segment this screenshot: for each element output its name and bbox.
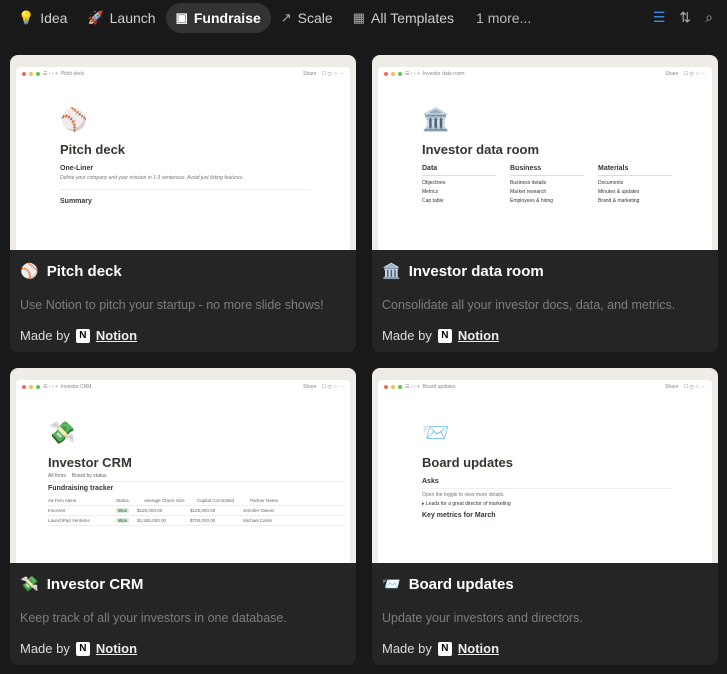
card-title: Board updates: [408, 575, 514, 593]
tab-all-templates[interactable]: ▦ All Templates: [343, 3, 464, 33]
lightbulb-icon: 💡: [18, 10, 35, 25]
template-card-board-updates[interactable]: ☰ ‹ › + Board updates Share ☐ ◷ ☆ ⋯ 📨 Board…: [372, 368, 718, 665]
card-description: Keep track of all your investors in one …: [20, 611, 287, 625]
card-description: Use Notion to pitch your startup - no mo…: [20, 298, 324, 312]
tab-fundraise[interactable]: ▣ Fundraise: [165, 3, 271, 33]
template-category-nav: 💡 Idea 🚀 Launch ▣ Fundraise ↗ Scale ▦ All Tem…: [8, 3, 727, 33]
notion-logo-icon: N: [437, 641, 452, 656]
notion-logo-icon: N: [75, 641, 90, 656]
template-card-investor-data-room[interactable]: ☰ ‹ › + Investor data room Share ☐ ◷ ☆ ⋯ 🏛️…: [372, 55, 718, 352]
money-with-wings-icon: 💸: [20, 576, 39, 593]
tab-launch[interactable]: 🚀 Launch: [77, 3, 165, 33]
grid-icon: ▦: [352, 10, 365, 25]
notion-logo-icon: N: [437, 328, 452, 343]
template-preview: ☰ ‹ › + Pitch deck Share ☐ ◷ ☆ ⋯ ⚾ Pitch de…: [10, 55, 356, 250]
baseball-icon: ⚾: [20, 263, 39, 280]
card-title: Pitch deck: [46, 262, 122, 280]
search-icon[interactable]: ⌕: [705, 9, 713, 26]
more-tabs-button[interactable]: 1 more...: [464, 10, 543, 26]
template-card-investor-crm[interactable]: ☰ ‹ › + Investor CRM Share ☐ ◷ ☆ ⋯ 💸 Invest…: [10, 368, 356, 665]
card-title: Investor CRM: [46, 575, 144, 593]
author-link[interactable]: Notion: [96, 328, 137, 343]
envelope-icon: 📨: [382, 576, 401, 593]
tab-idea[interactable]: 💡 Idea: [8, 3, 77, 33]
bank-icon: 🏛️: [422, 107, 450, 132]
author-link[interactable]: Notion: [96, 641, 137, 656]
bank-icon: 🏛️: [382, 263, 401, 280]
sort-icon[interactable]: ⇅: [679, 9, 691, 26]
tab-scale[interactable]: ↗ Scale: [271, 3, 343, 33]
template-card-pitch-deck[interactable]: ☰ ‹ › + Pitch deck Share ☐ ◷ ☆ ⋯ ⚾ Pitch de…: [10, 55, 356, 352]
baseball-icon: ⚾: [60, 107, 88, 132]
card-title: Investor data room: [408, 262, 544, 280]
envelope-icon: 📨: [422, 420, 450, 445]
money-icon: ▣: [175, 10, 188, 25]
template-preview: ☰ ‹ › + Investor data room Share ☐ ◷ ☆ ⋯ 🏛️…: [372, 55, 718, 250]
template-preview: ☰ ‹ › + Board updates Share ☐ ◷ ☆ ⋯ 📨 Board…: [372, 368, 718, 563]
filter-icon[interactable]: ☰: [653, 9, 666, 26]
card-description: Consolidate all your investor docs, data…: [382, 298, 676, 312]
template-preview: ☰ ‹ › + Investor CRM Share ☐ ◷ ☆ ⋯ 💸 Invest…: [10, 368, 356, 563]
author-link[interactable]: Notion: [458, 328, 499, 343]
author-link[interactable]: Notion: [458, 641, 499, 656]
notion-logo-icon: N: [75, 328, 90, 343]
arrow-up-right-icon: ↗: [280, 10, 292, 25]
card-description: Update your investors and directors.: [382, 611, 583, 625]
toolbar: ☰ ⇅ ⌕: [653, 9, 713, 26]
money-with-wings-icon: 💸: [48, 420, 76, 445]
rocket-icon: 🚀: [87, 10, 104, 25]
